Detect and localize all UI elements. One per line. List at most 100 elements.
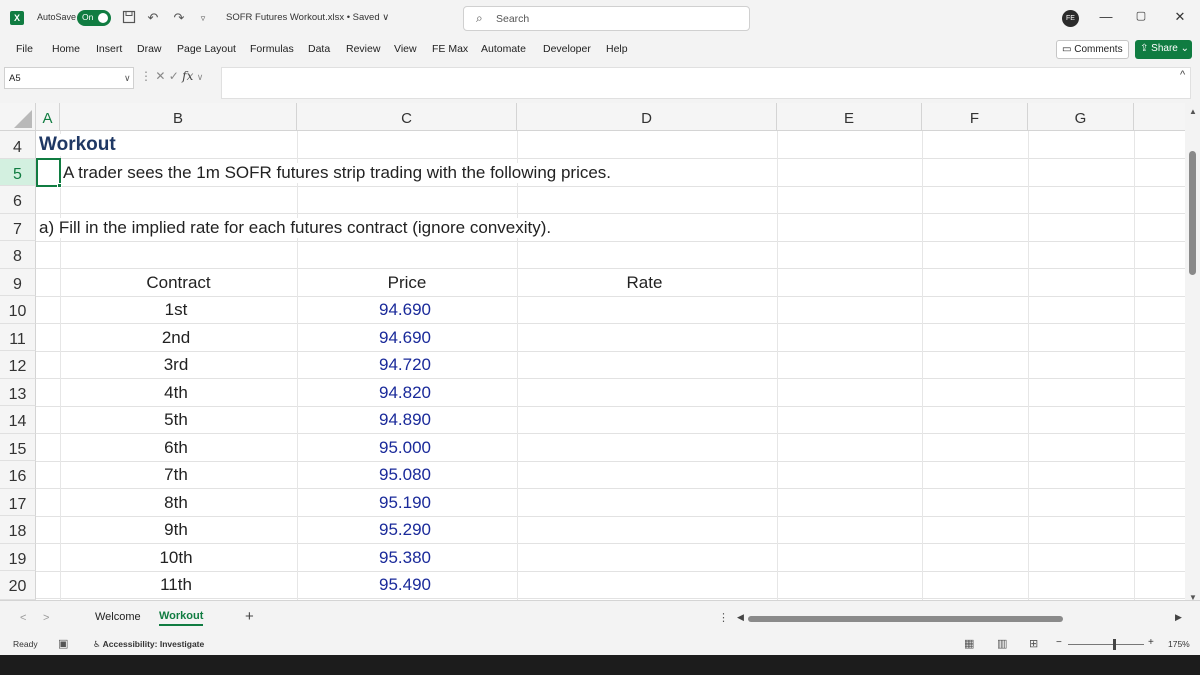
tab-view[interactable]: View xyxy=(394,43,417,55)
column-header-a[interactable]: A xyxy=(36,103,60,131)
tab-home[interactable]: Home xyxy=(52,43,80,55)
row-header[interactable]: 6 xyxy=(0,186,36,214)
tab-review[interactable]: Review xyxy=(346,43,380,55)
scroll-up-icon[interactable]: ▲ xyxy=(1189,107,1197,116)
tab-draw[interactable]: Draw xyxy=(137,43,162,55)
normal-view-icon[interactable]: ▦ xyxy=(964,637,974,650)
vertical-scrollbar[interactable]: ▲ ▼ xyxy=(1185,103,1200,602)
select-all-button[interactable] xyxy=(0,103,36,131)
share-button[interactable]: ⇪ Share ⌄ xyxy=(1135,40,1192,59)
horizontal-scroll-thumb[interactable] xyxy=(748,616,1063,622)
row-header[interactable]: 4 xyxy=(0,131,36,159)
comments-button[interactable]: ▭ Comments xyxy=(1056,40,1129,59)
worksheet-grid[interactable]: A B C D E F G 4 5 6 7 8 9 10 11 12 13 14… xyxy=(0,103,1185,600)
next-sheet-icon[interactable]: > xyxy=(43,612,49,624)
contract-cell[interactable]: 5th xyxy=(60,410,292,430)
row-header[interactable]: 15 xyxy=(0,434,36,461)
row-header[interactable]: 7 xyxy=(0,214,36,241)
vertical-scroll-thumb[interactable] xyxy=(1189,151,1196,275)
row-header[interactable]: 16 xyxy=(0,461,36,489)
contract-cell[interactable]: 7th xyxy=(60,465,292,485)
zoom-level[interactable]: 175% xyxy=(1168,639,1190,649)
price-cell[interactable]: 95.290 xyxy=(297,520,513,540)
cancel-icon[interactable]: ✕ xyxy=(155,69,165,83)
zoom-in-icon[interactable]: + xyxy=(1148,637,1154,648)
sheet-tab-workout[interactable]: Workout xyxy=(159,610,204,626)
contract-cell[interactable]: 10th xyxy=(60,548,292,568)
macro-record-icon[interactable]: ▣ xyxy=(58,637,68,650)
fill-handle[interactable] xyxy=(57,183,62,188)
contract-cell[interactable]: 8th xyxy=(60,493,292,513)
contract-cell[interactable]: 1st xyxy=(60,300,292,320)
row-header[interactable]: 12 xyxy=(0,351,36,379)
chevron-down-icon[interactable]: ∨ xyxy=(124,73,131,84)
zoom-slider[interactable] xyxy=(1068,644,1144,645)
scroll-right-icon[interactable]: ▶ xyxy=(1175,612,1182,623)
tab-developer[interactable]: Developer xyxy=(543,43,591,55)
save-icon[interactable] xyxy=(121,10,137,26)
row-header[interactable]: 14 xyxy=(0,406,36,434)
row-header[interactable]: 17 xyxy=(0,489,36,516)
row-header[interactable]: 11 xyxy=(0,324,36,351)
price-cell[interactable]: 95.190 xyxy=(297,493,513,513)
insert-function-icon[interactable]: fx xyxy=(182,69,193,83)
price-cell[interactable]: 94.690 xyxy=(297,328,513,348)
enter-icon[interactable]: ✓ xyxy=(169,69,179,83)
price-cell[interactable]: 94.890 xyxy=(297,410,513,430)
column-header-g[interactable]: G xyxy=(1028,103,1134,131)
column-header-c[interactable]: C xyxy=(297,103,517,131)
tab-fe-max[interactable]: FE Max xyxy=(432,43,468,55)
chevron-down-icon[interactable]: ∨ xyxy=(197,72,204,82)
user-avatar[interactable]: FE xyxy=(1062,10,1079,27)
accessibility-status[interactable]: ♿ Accessibility: Investigate xyxy=(93,639,204,650)
price-cell[interactable]: 95.380 xyxy=(297,548,513,568)
column-header-f[interactable]: F xyxy=(922,103,1028,131)
price-cell[interactable]: 95.000 xyxy=(297,438,513,458)
more-options-icon[interactable]: ⋮ xyxy=(140,69,152,83)
contract-cell[interactable]: 6th xyxy=(60,438,292,458)
row-header[interactable]: 5 xyxy=(0,159,36,186)
row-header[interactable]: 9 xyxy=(0,269,36,296)
row-header[interactable]: 10 xyxy=(0,296,36,324)
customize-toolbar-icon[interactable]: ▿ xyxy=(195,10,211,26)
column-header-b[interactable]: B xyxy=(60,103,297,131)
price-cell[interactable]: 94.690 xyxy=(297,300,513,320)
page-layout-view-icon[interactable]: ▥ xyxy=(997,637,1007,650)
contract-cell[interactable]: 4th xyxy=(60,383,292,403)
autosave-toggle[interactable]: On xyxy=(77,10,111,26)
tab-page-layout[interactable]: Page Layout xyxy=(177,43,236,55)
undo-icon[interactable]: ↶ xyxy=(145,10,161,26)
restore-button[interactable]: ▢ xyxy=(1131,9,1151,22)
row-header[interactable]: 19 xyxy=(0,544,36,571)
page-break-view-icon[interactable]: ⊞ xyxy=(1029,637,1038,650)
tab-formulas[interactable]: Formulas xyxy=(250,43,294,55)
row-header[interactable]: 13 xyxy=(0,379,36,406)
redo-icon[interactable]: ↷ xyxy=(171,10,187,26)
close-button[interactable]: ✕ xyxy=(1170,9,1190,25)
tab-insert[interactable]: Insert xyxy=(96,43,122,55)
contract-cell[interactable]: 11th xyxy=(60,575,292,595)
prev-sheet-icon[interactable]: < xyxy=(20,612,26,624)
contract-cell[interactable]: 2nd xyxy=(60,328,292,348)
column-header-e[interactable]: E xyxy=(777,103,922,131)
tab-help[interactable]: Help xyxy=(606,43,628,55)
tab-automate[interactable]: Automate xyxy=(481,43,526,55)
formula-input[interactable] xyxy=(221,67,1191,99)
price-cell[interactable]: 95.490 xyxy=(297,575,513,595)
price-cell[interactable]: 94.820 xyxy=(297,383,513,403)
row-header[interactable]: 18 xyxy=(0,516,36,544)
scroll-left-icon[interactable]: ◀ xyxy=(737,612,744,623)
search-box[interactable]: ⌕ Search xyxy=(463,6,750,31)
column-header-d[interactable]: D xyxy=(517,103,777,131)
add-sheet-button[interactable]: + xyxy=(245,608,254,625)
zoom-slider-thumb[interactable] xyxy=(1113,639,1116,650)
name-box[interactable]: A5 ∨ xyxy=(4,67,134,89)
price-cell[interactable]: 94.720 xyxy=(297,355,513,375)
tab-data[interactable]: Data xyxy=(308,43,330,55)
zoom-out-icon[interactable]: − xyxy=(1056,637,1062,648)
tab-file[interactable]: File xyxy=(16,43,33,55)
sheet-tab-welcome[interactable]: Welcome xyxy=(95,611,141,623)
price-cell[interactable]: 95.080 xyxy=(297,465,513,485)
contract-cell[interactable]: 9th xyxy=(60,520,292,540)
row-header[interactable]: 8 xyxy=(0,241,36,269)
